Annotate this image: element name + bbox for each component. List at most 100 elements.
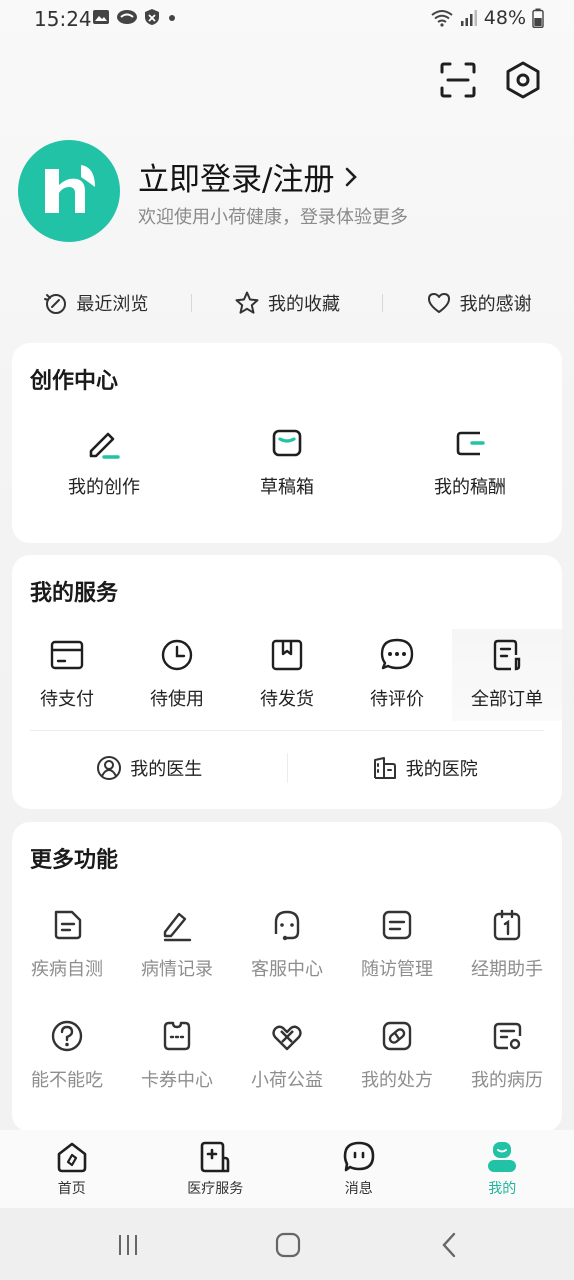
quick-link-thanks[interactable]: 我的感谢 (383, 290, 574, 316)
home-system-button[interactable] (268, 1228, 308, 1262)
quick-link-history[interactable]: 最近浏览 (0, 290, 191, 316)
my-services-card: 我的服务 待支付 待使用 待发货 待评价 全部订单 我的医生 我的医院 (12, 555, 562, 809)
divider (30, 730, 544, 731)
grid-label: 待支付 (40, 689, 94, 710)
my-doctor-button[interactable]: 我的医生 (12, 755, 287, 781)
home-icon (57, 1142, 87, 1173)
pending-shipment-button[interactable]: 待发货 (237, 635, 337, 711)
dot-icon (169, 15, 175, 21)
tab-label: 医疗服务 (187, 1181, 244, 1197)
card-icon (47, 635, 87, 675)
login-register-link[interactable]: 立即登录/注册 (138, 154, 360, 199)
card-title: 创作中心 (30, 369, 119, 394)
app-logo-icon (45, 165, 95, 213)
grid-label: 小荷公益 (251, 1070, 323, 1091)
grid-label: 疾病自测 (31, 959, 103, 980)
grid-label: 能不能吃 (31, 1070, 103, 1091)
tab-messages[interactable]: 消息 (287, 1130, 431, 1208)
record-icon (157, 905, 197, 945)
pending-payment-button[interactable]: 待支付 (17, 635, 117, 711)
charity-button[interactable]: 小荷公益 (237, 1016, 337, 1092)
tab-label: 消息 (344, 1181, 373, 1197)
wallet-icon (450, 423, 490, 463)
back-button[interactable] (430, 1228, 470, 1262)
period-assistant-button[interactable]: 经期助手 (457, 905, 557, 981)
question-icon (47, 1016, 87, 1056)
follow-up-icon (377, 905, 417, 945)
quick-link-favorites[interactable]: 我的收藏 (192, 290, 383, 316)
scan-icon (440, 62, 476, 98)
my-earnings-button[interactable]: 我的稿酬 (420, 423, 520, 499)
card-title: 我的服务 (30, 581, 119, 606)
status-time: 15:24 (34, 7, 92, 31)
medical-record-button[interactable]: 我的病历 (457, 1016, 557, 1092)
status-bar: 15:24 48% (0, 0, 574, 40)
coupon-center-button[interactable]: 卡券中心 (127, 1016, 227, 1092)
battery-percent: 48% (483, 7, 526, 29)
chevron-right-icon (346, 167, 358, 186)
my-creation-button[interactable]: 我的创作 (54, 423, 154, 499)
recent-apps-button[interactable] (108, 1228, 148, 1262)
clock-icon (157, 635, 197, 675)
pending-use-button[interactable]: 待使用 (127, 635, 227, 711)
creation-center-card: 创作中心 我的创作 草稿箱 我的稿酬 (12, 343, 562, 543)
grid-label: 经期助手 (471, 959, 543, 980)
quick-link-label: 最近浏览 (76, 294, 149, 315)
quick-link-label: 我的感谢 (459, 294, 532, 315)
can-i-eat-button[interactable]: 能不能吃 (17, 1016, 117, 1092)
profile-icon (488, 1142, 517, 1172)
draft-box-icon (267, 423, 307, 463)
grid-label: 待评价 (370, 689, 424, 710)
scan-button[interactable] (438, 60, 478, 100)
customer-service-button[interactable]: 客服中心 (237, 905, 337, 981)
status-notification-icons (92, 8, 178, 26)
home-square-icon (275, 1232, 301, 1258)
tab-medical-service[interactable]: 医疗服务 (144, 1130, 288, 1208)
grid-label: 卡券中心 (141, 1070, 213, 1091)
history-icon (44, 294, 67, 314)
wifi-icon (431, 10, 453, 27)
self-test-icon (47, 905, 87, 945)
condition-record-button[interactable]: 病情记录 (127, 905, 227, 981)
prescription-button[interactable]: 我的处方 (347, 1016, 447, 1092)
follow-up-button[interactable]: 随访管理 (347, 905, 447, 981)
self-test-button[interactable]: 疾病自测 (17, 905, 117, 981)
pending-review-button[interactable]: 待评价 (347, 635, 447, 711)
hospital-label: 我的医院 (405, 759, 478, 780)
customer-service-icon (267, 905, 307, 945)
tab-label: 我的 (488, 1181, 517, 1197)
my-hospital-button[interactable]: 我的医院 (288, 755, 563, 781)
draft-box-button[interactable]: 草稿箱 (237, 423, 337, 499)
coupon-icon (157, 1016, 197, 1056)
grid-label: 我的创作 (68, 477, 140, 498)
grid-label: 待使用 (150, 689, 204, 710)
login-label: 立即登录/注册 (138, 162, 335, 198)
all-orders-button[interactable]: 全部订单 (457, 635, 557, 711)
card-title: 更多功能 (30, 848, 119, 873)
doctor-label: 我的医生 (130, 759, 203, 780)
medical-service-icon (200, 1141, 230, 1173)
settings-button[interactable] (503, 60, 543, 100)
back-chevron-icon (442, 1232, 456, 1258)
charity-icon (267, 1016, 307, 1056)
grid-label: 我的稿酬 (434, 477, 506, 498)
grid-label: 随访管理 (361, 959, 433, 980)
tab-home[interactable]: 首页 (0, 1130, 144, 1208)
grid-label: 我的病历 (471, 1070, 543, 1091)
grid-label: 草稿箱 (260, 477, 314, 498)
grid-label: 我的处方 (361, 1070, 433, 1091)
cloud-notification-icon (117, 10, 137, 24)
bottom-tab-bar: 首页 医疗服务 消息 我的 (0, 1130, 574, 1208)
signal-icon (460, 10, 477, 26)
grid-label: 待发货 (260, 689, 314, 710)
avatar[interactable] (18, 140, 120, 242)
tab-label: 首页 (57, 1181, 86, 1197)
star-icon (235, 291, 259, 314)
quick-link-label: 我的收藏 (268, 294, 340, 315)
heart-icon (427, 293, 450, 313)
login-subtitle: 欢迎使用小荷健康，登录体验更多 (138, 207, 408, 228)
hospital-icon (373, 757, 396, 779)
pill-icon (377, 1016, 417, 1056)
tab-profile[interactable]: 我的 (431, 1130, 574, 1208)
quick-links: 最近浏览 我的收藏 我的感谢 (0, 282, 574, 324)
